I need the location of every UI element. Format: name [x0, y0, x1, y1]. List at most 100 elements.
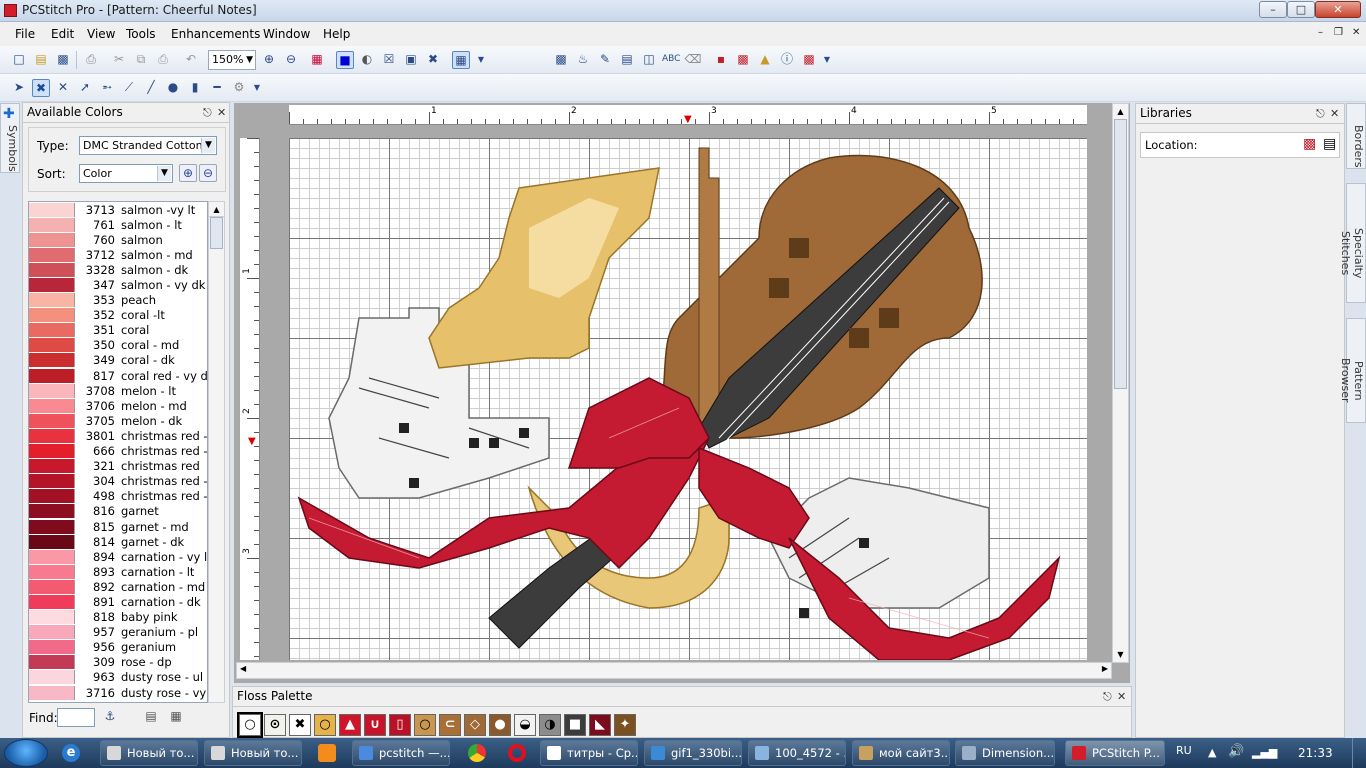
open-icon[interactable]: ▤: [32, 51, 50, 69]
color-row[interactable]: 894 carnation - vy lt: [29, 549, 207, 564]
color-row[interactable]: 3328 salmon - dk: [29, 262, 207, 277]
scroll-up-icon[interactable]: ▲: [209, 202, 224, 217]
canvas-vertical-scrollbar[interactable]: ▲ ▼: [1112, 103, 1129, 663]
cross-stitch-icon[interactable]: ☒: [380, 51, 398, 69]
zoom-in-colors-icon[interactable]: ⊕: [179, 164, 197, 182]
floss-symbol[interactable]: ⊂: [439, 714, 461, 736]
show-desktop-button[interactable]: [1352, 738, 1366, 768]
grid-view-icon[interactable]: ▦: [167, 708, 185, 726]
full-stitch-tool-icon[interactable]: ✖: [32, 79, 50, 97]
floss-icon[interactable]: ▪: [712, 51, 730, 69]
floss-symbol[interactable]: ◒: [514, 714, 536, 736]
straight-line-icon[interactable]: ━: [208, 79, 226, 97]
chevron-down-icon[interactable]: ▼: [472, 51, 490, 69]
start-button[interactable]: [4, 739, 48, 767]
taskbar-item[interactable]: титры - Ср...: [540, 740, 638, 766]
cut-icon[interactable]: ✂: [110, 51, 128, 69]
borders-tab[interactable]: Borders: [1346, 103, 1366, 169]
quarter-stitch-icon[interactable]: ➚: [76, 79, 94, 97]
pin-icon[interactable]: ⎋: [203, 106, 212, 120]
scroll-left-icon[interactable]: ◀: [240, 664, 246, 673]
gear-icon[interactable]: ⚙: [230, 79, 248, 97]
zoom-out-colors-icon[interactable]: ⊖: [199, 164, 217, 182]
color-row[interactable]: 666 christmas red -: [29, 444, 207, 459]
color-row[interactable]: 353 peach: [29, 293, 207, 308]
pointer-icon[interactable]: ➤: [10, 79, 28, 97]
pattern-browser-tab[interactable]: Pattern Browser: [1339, 318, 1366, 423]
media-player-icon[interactable]: [318, 744, 336, 762]
color-row[interactable]: 352 coral -lt: [29, 308, 207, 323]
pin-icon[interactable]: ⎋: [1316, 107, 1325, 121]
color-row[interactable]: 891 carnation - dk: [29, 594, 207, 609]
eraser-icon[interactable]: ⌫: [684, 51, 702, 69]
color-row[interactable]: 760 salmon: [29, 232, 207, 247]
mdi-minimize-button[interactable]: –: [1318, 27, 1323, 38]
find-input[interactable]: [57, 708, 95, 727]
grid-icon[interactable]: ▦: [452, 51, 470, 69]
color-row[interactable]: 893 carnation - lt: [29, 564, 207, 579]
menu-tools[interactable]: Tools: [126, 27, 156, 41]
floss-symbol[interactable]: ●: [489, 714, 511, 736]
half-stitch-icon[interactable]: ◐: [358, 51, 376, 69]
pencil-icon[interactable]: ✎: [596, 51, 614, 69]
color-row[interactable]: 3708 melon - lt: [29, 383, 207, 398]
color-row[interactable]: 3713 salmon -vy lt: [29, 202, 207, 217]
type-select[interactable]: DMC Stranded Cotton ▼: [79, 136, 217, 155]
clock[interactable]: 21:33: [1298, 746, 1333, 760]
chevron-down-icon[interactable]: ▼: [248, 79, 266, 97]
color-replace-icon[interactable]: ▩: [734, 51, 752, 69]
color-row[interactable]: 350 coral - md: [29, 338, 207, 353]
color-row[interactable]: 761 salmon - lt: [29, 217, 207, 232]
close-icon[interactable]: ✕: [217, 106, 226, 119]
color-row[interactable]: 349 coral - dk: [29, 353, 207, 368]
scroll-up-icon[interactable]: ▲: [1113, 104, 1128, 119]
print-icon[interactable]: ⎙: [82, 51, 100, 69]
specialty-stitches-tab[interactable]: Specialty Stitches: [1339, 183, 1366, 303]
zoom-in-icon[interactable]: ⊕: [260, 51, 278, 69]
copy-icon[interactable]: ⧉: [132, 51, 150, 69]
taskbar-item[interactable]: мой сайт3...: [852, 740, 950, 766]
color-list[interactable]: 3713 salmon -vy lt 761 salmon - lt 760 salmon…: [28, 201, 208, 703]
spell-check-icon[interactable]: ABC: [662, 51, 680, 69]
color-row[interactable]: 309 rose - dp: [29, 655, 207, 670]
mdi-close-button[interactable]: ✕: [1352, 27, 1360, 38]
floss-symbol[interactable]: ○: [237, 712, 263, 738]
fill-icon[interactable]: ♨: [574, 51, 592, 69]
bead-icon[interactable]: ▮: [186, 79, 204, 97]
menu-edit[interactable]: Edit: [51, 27, 74, 41]
volume-icon[interactable]: 🔊: [1228, 744, 1244, 759]
library-settings-icon[interactable]: ▤: [1323, 136, 1336, 152]
color-row[interactable]: 304 christmas red -: [29, 474, 207, 489]
scroll-thumb[interactable]: [210, 217, 223, 249]
undo-icon[interactable]: ↶: [182, 51, 200, 69]
pin-icon[interactable]: ⎋: [1103, 690, 1112, 704]
color-row[interactable]: 818 baby pink: [29, 610, 207, 625]
line-icon[interactable]: ╱: [142, 79, 160, 97]
french-knot-icon[interactable]: ●: [164, 79, 182, 97]
color-row[interactable]: 3801 christmas red -: [29, 428, 207, 443]
color-row[interactable]: 814 garnet - dk: [29, 534, 207, 549]
paste-icon[interactable]: ⎙: [154, 51, 172, 69]
three-quarter-stitch-icon[interactable]: ➵: [98, 79, 116, 97]
color-row[interactable]: 498 christmas red -: [29, 489, 207, 504]
zoom-select[interactable]: 150% ▼: [208, 50, 256, 70]
color-row[interactable]: 963 dusty rose - ul v: [29, 670, 207, 685]
taskbar-item[interactable]: PCStitch P...: [1065, 740, 1165, 766]
floss-symbol[interactable]: ◣: [589, 714, 611, 736]
color-row[interactable]: 892 carnation - md: [29, 579, 207, 594]
symbol-stitch-icon[interactable]: ▣: [402, 51, 420, 69]
minimize-button[interactable]: –: [1259, 1, 1287, 18]
floss-symbol[interactable]: ○: [314, 714, 336, 736]
columns-icon[interactable]: ◫: [640, 51, 658, 69]
floss-symbol[interactable]: ✖: [289, 714, 311, 736]
maximize-button[interactable]: □: [1287, 1, 1315, 18]
library-icon[interactable]: ▩: [552, 51, 570, 69]
color-row[interactable]: 321 christmas red: [29, 459, 207, 474]
partial-stitch-icon[interactable]: ✕: [54, 79, 72, 97]
binoculars-icon[interactable]: ⚓: [101, 708, 119, 726]
new-icon[interactable]: □: [10, 51, 28, 69]
canvas-horizontal-scrollbar[interactable]: ◀ ▶: [236, 662, 1112, 679]
stitch-count-icon[interactable]: ▲: [756, 51, 774, 69]
floss-symbol[interactable]: ◑: [539, 714, 561, 736]
menu-window[interactable]: Window: [263, 27, 310, 41]
